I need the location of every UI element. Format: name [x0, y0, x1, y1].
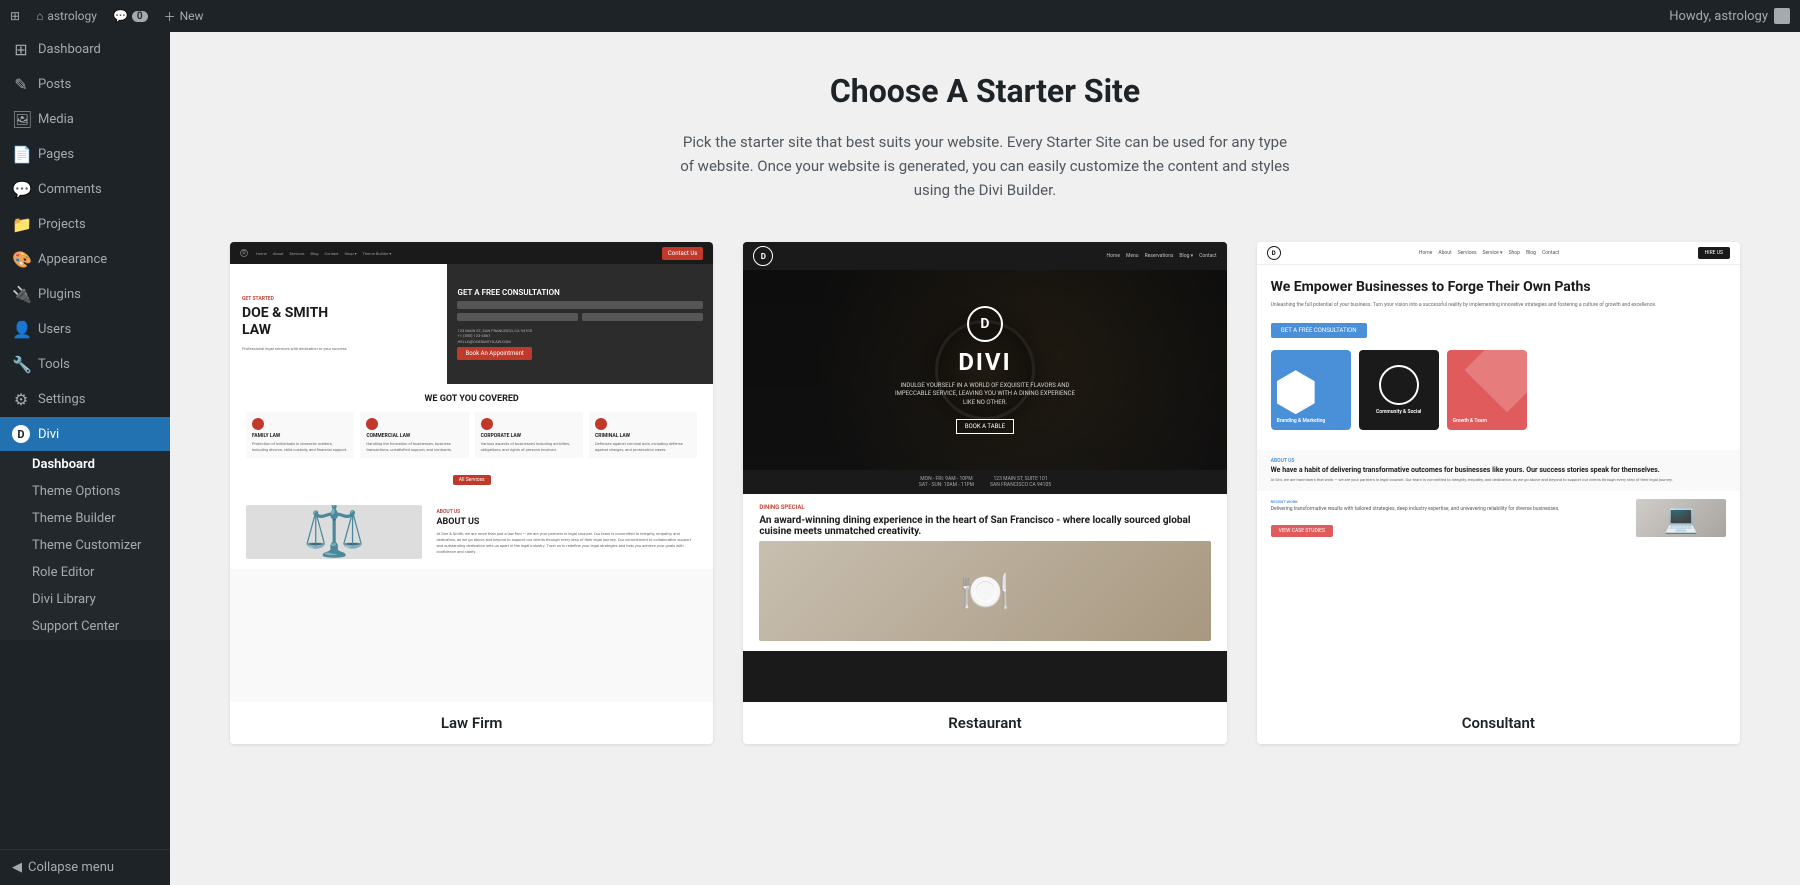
restaurant-label: Restaurant	[743, 702, 1226, 744]
sidebar-item-tools[interactable]: 🔧 Tools	[0, 347, 170, 382]
collapse-label: Collapse menu	[28, 860, 114, 875]
cons-hero: We Empower Businesses to Forge Their Own…	[1257, 265, 1740, 450]
tools-icon: 🔧	[12, 355, 30, 374]
dashboard-icon: ⊞	[12, 40, 30, 59]
law-about-section: ⚖️ ABOUT US ABOUT US At Doe & Smith, we …	[230, 495, 713, 569]
collapse-icon: ◀	[12, 860, 22, 875]
appearance-icon: 🎨	[12, 250, 30, 269]
page-subtitle: Pick the starter site that best suits yo…	[675, 130, 1295, 202]
sidebar-label-appearance: Appearance	[38, 252, 107, 267]
collapse-menu-button[interactable]: ◀ Collapse menu	[0, 849, 170, 885]
sidebar-label-dashboard: Dashboard	[38, 42, 101, 57]
starter-card-restaurant[interactable]: D Home Menu Reservations Blog ▾ Contact	[743, 242, 1226, 744]
rest-top-nav: D Home Menu Reservations Blog ▾ Contact	[743, 242, 1226, 270]
sidebar-label-plugins: Plugins	[38, 287, 81, 302]
howdy-text: Howdy, astrology	[1669, 9, 1768, 24]
sidebar-item-comments[interactable]: 💬 Comments	[0, 172, 170, 207]
starter-card-law-firm[interactable]: D Home About Services Blog Contact Shop …	[230, 242, 713, 744]
page-title: Choose A Starter Site	[230, 72, 1740, 110]
sidebar-item-pages[interactable]: 📄 Pages	[0, 137, 170, 172]
rest-hero: D DIVI INDULGE YOURSELF IN A WORLD OF EX…	[743, 270, 1226, 470]
consultant-label: Consultant	[1257, 702, 1740, 744]
submenu-item-role-editor[interactable]: Role Editor	[0, 559, 170, 586]
divi-submenu: Dashboard Theme Options Theme Builder Th…	[0, 451, 170, 640]
plus-icon: ＋	[164, 8, 176, 25]
sidebar-item-projects[interactable]: 📁 Projects	[0, 207, 170, 242]
settings-icon: ⚙	[12, 390, 30, 409]
rest-info-bar: MON - FRI: 9AM - 10PMSAT - SUN: 10AM - 1…	[743, 470, 1226, 494]
new-label: New	[180, 9, 204, 23]
comment-icon: 💬	[113, 9, 128, 23]
sidebar-item-dashboard[interactable]: ⊞ Dashboard	[0, 32, 170, 67]
law-top-bar: D Home About Services Blog Contact Shop …	[230, 242, 713, 264]
sidebar-label-pages: Pages	[38, 147, 74, 162]
site-name-topbar: astrology	[47, 9, 97, 23]
cons-top-nav: D Home About Services Service ▾ Shop Blo…	[1257, 242, 1740, 265]
sidebar-item-posts[interactable]: ✎ Posts	[0, 67, 170, 102]
plugins-icon: 🔌	[12, 285, 30, 304]
cons-service-shapes: Branding & Marketing Community & Social …	[1271, 350, 1726, 430]
topbar-right: Howdy, astrology	[1669, 8, 1790, 24]
users-icon: 👤	[12, 320, 30, 339]
comment-count: 0	[132, 11, 148, 22]
sidebar-label-divi: Divi	[38, 427, 59, 442]
law-services-section: WE GOT YOU COVERED FAMILY LAW Protection…	[230, 384, 713, 495]
site-home-link[interactable]: ⌂ astrology	[36, 9, 97, 23]
media-icon: 🖼	[12, 110, 30, 129]
submenu-item-support-center[interactable]: Support Center	[0, 613, 170, 640]
consultant-preview: D Home About Services Service ▾ Shop Blo…	[1257, 242, 1740, 702]
sidebar-label-projects: Projects	[38, 217, 86, 232]
pages-icon: 📄	[12, 145, 30, 164]
admin-topbar: ⊞ ⌂ astrology 💬 0 ＋ New Howdy, astrology	[0, 0, 1800, 32]
comments-link[interactable]: 💬 0	[113, 9, 148, 23]
wp-logo-link[interactable]: ⊞	[10, 9, 20, 23]
sidebar-item-appearance[interactable]: 🎨 Appearance	[0, 242, 170, 277]
sidebar: ⊞ Dashboard ✎ Posts 🖼 Media 📄 Pages 💬 Co…	[0, 32, 170, 885]
user-avatar[interactable]	[1774, 8, 1790, 24]
divi-icon: D	[12, 425, 30, 443]
sidebar-label-posts: Posts	[38, 77, 71, 92]
posts-icon: ✎	[12, 75, 30, 94]
topbar-left: ⊞ ⌂ astrology 💬 0 ＋ New	[10, 8, 204, 25]
sidebar-item-users[interactable]: 👤 Users	[0, 312, 170, 347]
sidebar-label-media: Media	[38, 112, 74, 127]
wp-icon: ⊞	[10, 9, 20, 23]
sidebar-item-plugins[interactable]: 🔌 Plugins	[0, 277, 170, 312]
home-icon: ⌂	[36, 9, 43, 23]
sidebar-item-settings[interactable]: ⚙ Settings	[0, 382, 170, 417]
restaurant-preview: D Home Menu Reservations Blog ▾ Contact	[743, 242, 1226, 702]
submenu-item-theme-customizer[interactable]: Theme Customizer	[0, 532, 170, 559]
law-firm-preview: D Home About Services Blog Contact Shop …	[230, 242, 713, 702]
law-hero: GET STARTED DOE & SMITHLAW Professional …	[230, 264, 713, 384]
rest-content: DINING SPECIAL An award-winning dining e…	[743, 494, 1226, 651]
submenu-item-dashboard[interactable]: Dashboard	[0, 451, 170, 478]
sidebar-label-users: Users	[38, 322, 71, 337]
sidebar-label-tools: Tools	[38, 357, 70, 372]
cons-recent-work: RECENT WORK Delivering transformative re…	[1257, 491, 1740, 545]
main-content: Choose A Starter Site Pick the starter s…	[170, 32, 1800, 885]
sidebar-item-divi[interactable]: D Divi	[0, 417, 170, 451]
starter-card-consultant[interactable]: D Home About Services Service ▾ Shop Blo…	[1257, 242, 1740, 744]
submenu-item-divi-library[interactable]: Divi Library	[0, 586, 170, 613]
sidebar-item-media[interactable]: 🖼 Media	[0, 102, 170, 137]
starter-sites-grid: D Home About Services Blog Contact Shop …	[230, 242, 1740, 744]
new-content-link[interactable]: ＋ New	[164, 8, 204, 25]
submenu-item-theme-options[interactable]: Theme Options	[0, 478, 170, 505]
submenu-item-theme-builder[interactable]: Theme Builder	[0, 505, 170, 532]
law-firm-label: Law Firm	[230, 702, 713, 744]
sidebar-label-comments: Comments	[38, 182, 102, 197]
sidebar-label-settings: Settings	[38, 392, 85, 407]
cons-about: ABOUT US We have a habit of delivering t…	[1257, 450, 1740, 491]
projects-icon: 📁	[12, 215, 30, 234]
comments-icon: 💬	[12, 180, 30, 199]
